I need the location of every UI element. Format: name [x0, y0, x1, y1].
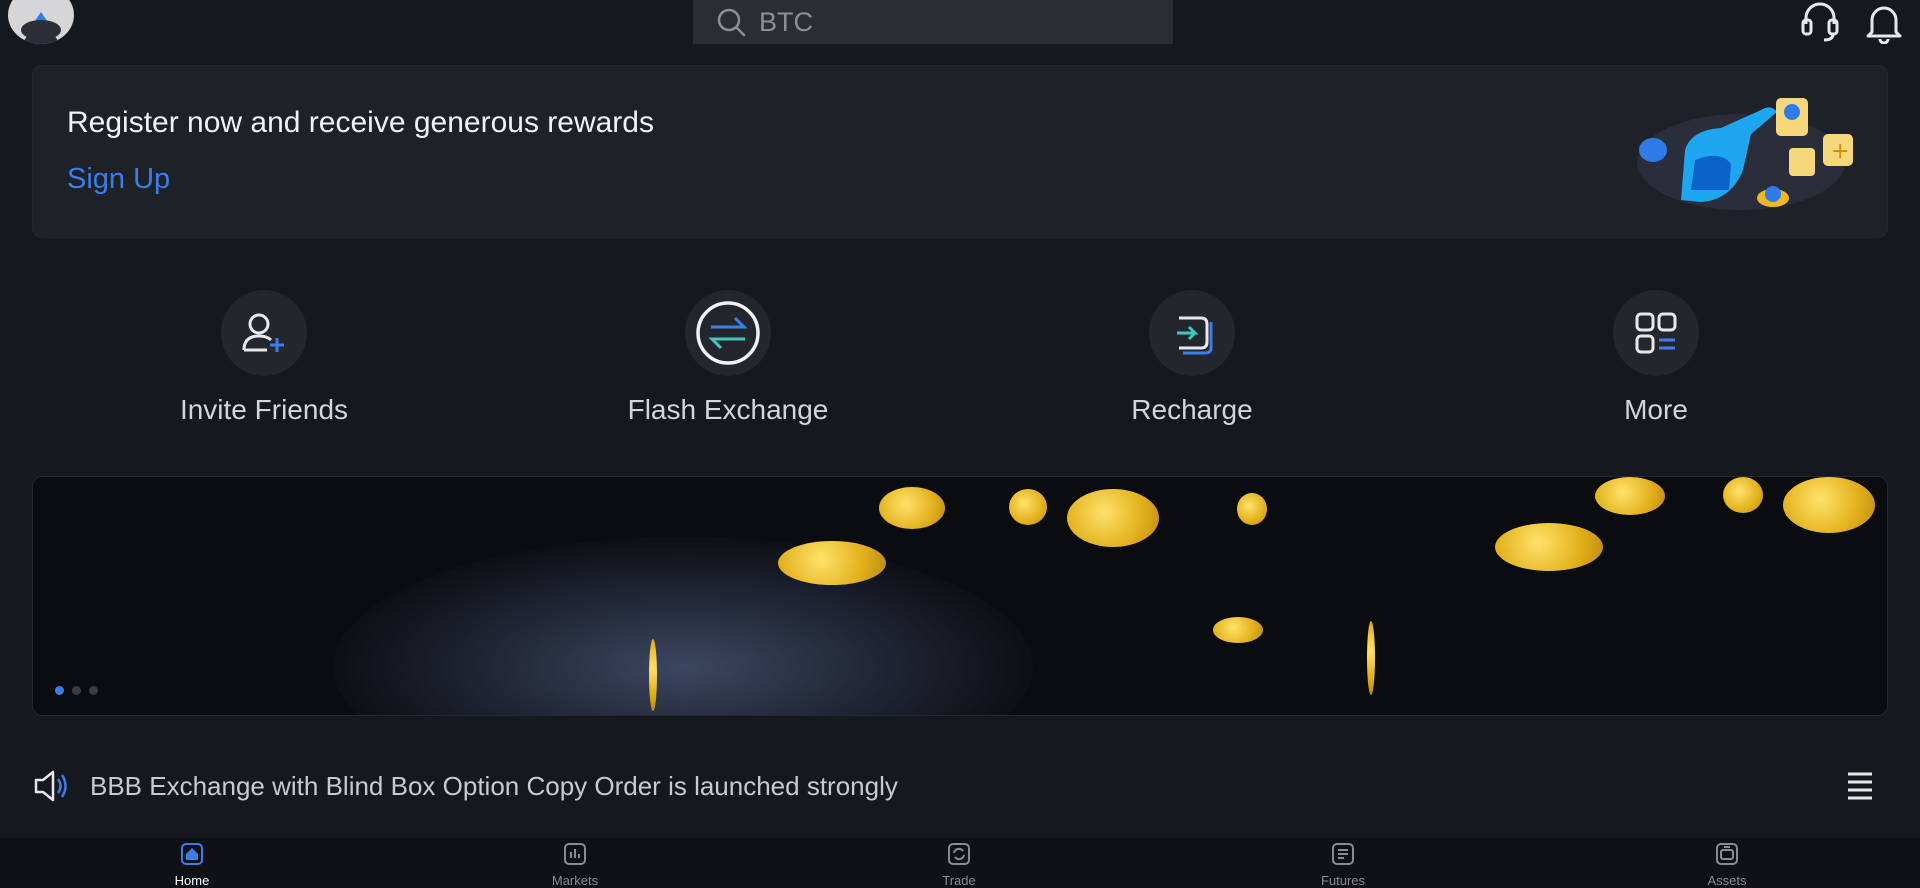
coin-decoration — [1723, 477, 1763, 513]
coin-decoration — [1213, 617, 1263, 643]
invite-user-icon — [221, 290, 307, 376]
coin-decoration — [1783, 477, 1875, 533]
flash-exchange-label: Flash Exchange — [627, 394, 829, 425]
more-button[interactable]: More — [1506, 290, 1806, 426]
user-avatar[interactable] — [8, 0, 74, 44]
announcement-bar: BBB Exchange with Blind Box Option Copy … — [32, 760, 1888, 812]
invite-friends-label: Invite Friends — [179, 394, 349, 425]
home-icon — [181, 843, 203, 865]
tab-assets-label: Assets — [1707, 873, 1747, 888]
flash-exchange-button[interactable]: Flash Exchange — [578, 290, 878, 426]
tab-home[interactable]: Home — [132, 842, 252, 888]
more-label: More — [1624, 394, 1688, 425]
customer-service-icon[interactable] — [1798, 0, 1842, 44]
carousel-dot-3[interactable] — [89, 686, 98, 695]
carousel-dot-2[interactable] — [72, 686, 81, 695]
search-bar[interactable]: BTC — [693, 0, 1173, 44]
futures-doc-icon — [1332, 843, 1354, 865]
coin-decoration — [1367, 621, 1375, 695]
shortcut-row: Invite Friends Flash Exchange Recharge M… — [0, 290, 1920, 430]
recharge-label: Recharge — [1131, 394, 1253, 425]
exchange-arrows-icon — [685, 290, 771, 376]
deposit-icon — [1149, 290, 1235, 376]
coin-decoration — [1067, 489, 1159, 547]
coin-decoration — [879, 487, 945, 529]
announcement-text[interactable]: BBB Exchange with Blind Box Option Copy … — [90, 771, 898, 802]
recharge-button[interactable]: Recharge — [1042, 290, 1342, 426]
search-icon — [717, 8, 746, 37]
register-banner[interactable]: Register now and receive generous reward… — [32, 65, 1888, 238]
coin-decoration — [778, 541, 886, 585]
tab-futures[interactable]: Futures — [1283, 842, 1403, 888]
tab-assets[interactable]: Assets — [1667, 842, 1787, 888]
top-bar: BTC — [0, 0, 1920, 46]
carousel-dot-1[interactable] — [55, 686, 64, 695]
tab-markets[interactable]: Markets — [515, 842, 635, 888]
sign-up-link[interactable]: Sign Up — [67, 163, 170, 196]
invite-friends-button[interactable]: Invite Friends — [114, 290, 414, 426]
bottom-tab-bar: Home Markets Trade Futures Assets — [0, 838, 1920, 888]
tab-markets-label: Markets — [551, 873, 599, 888]
coin-decoration — [1595, 477, 1665, 515]
tab-home-label: Home — [174, 873, 210, 888]
chart-bars-icon — [564, 843, 586, 865]
tab-trade[interactable]: Trade — [899, 842, 1019, 888]
coin-decoration — [1237, 493, 1267, 525]
robot-hand-illustration: + — [1637, 98, 1853, 210]
list-menu-icon[interactable] — [1842, 768, 1878, 804]
coin-decoration — [1009, 489, 1047, 525]
banner-title: Register now and receive generous reward… — [67, 106, 654, 139]
wallet-icon — [1716, 843, 1738, 865]
coin-decoration — [649, 639, 657, 711]
trade-swap-icon — [948, 843, 970, 865]
tab-trade-label: Trade — [942, 873, 976, 888]
grid-more-icon — [1613, 290, 1699, 376]
carousel-gold-title — [1203, 699, 1240, 715]
tab-futures-label: Futures — [1320, 873, 1366, 888]
carousel-indicator — [55, 686, 98, 695]
search-placeholder: BTC — [759, 6, 813, 37]
carousel-glow — [333, 537, 1033, 715]
bell-icon[interactable] — [1862, 0, 1906, 44]
promo-carousel[interactable] — [32, 476, 1888, 716]
speaker-icon — [34, 770, 67, 802]
coin-decoration — [1495, 523, 1603, 571]
svg-text:+: + — [1831, 139, 1849, 164]
